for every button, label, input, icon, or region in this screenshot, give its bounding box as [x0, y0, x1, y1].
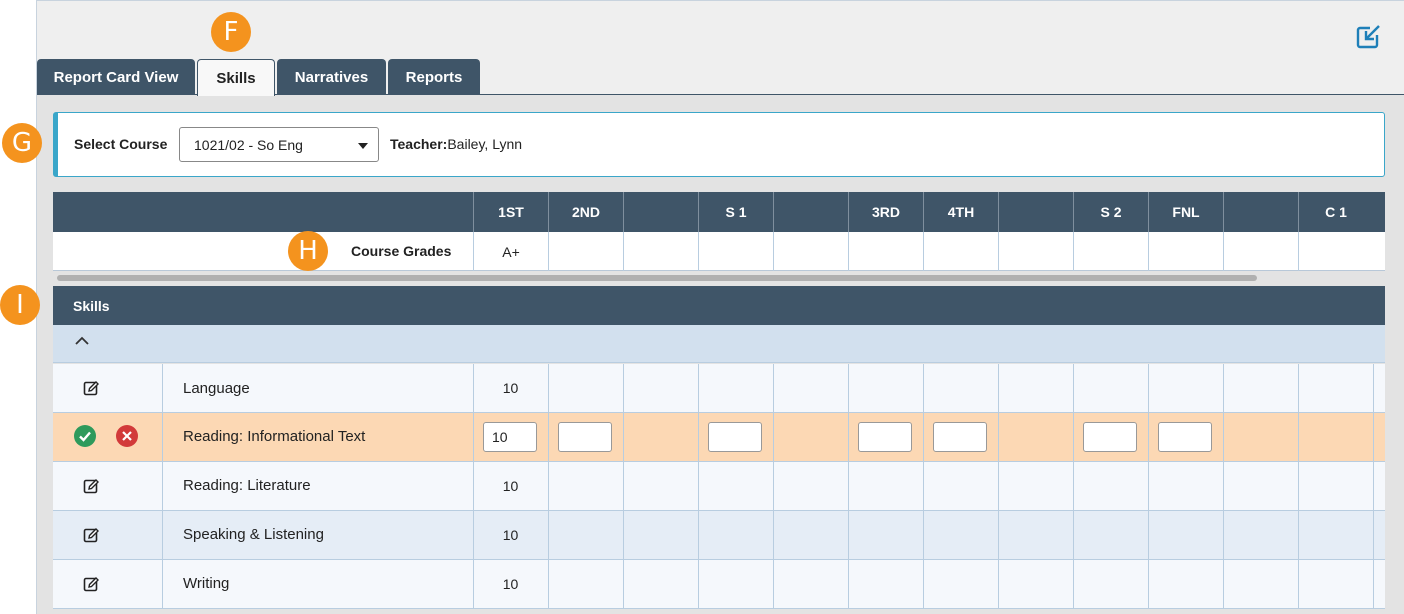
column-header: 2ND: [548, 192, 623, 232]
skill-grade-1st: 10: [502, 380, 519, 396]
column-header: S 1: [698, 192, 773, 232]
skills-collapse-row[interactable]: [53, 325, 1385, 363]
column-divider: [998, 364, 999, 608]
column-divider: [623, 364, 624, 608]
teacher-label: Teacher:: [390, 136, 448, 152]
course-grade-cell: [1298, 232, 1373, 271]
callout-h: H: [288, 231, 328, 271]
column-header: 3RD: [848, 192, 923, 232]
tab-report-card-view[interactable]: Report Card View: [37, 59, 195, 95]
skill-name: Reading: Informational Text: [183, 427, 366, 445]
grade-input-fnl[interactable]: [1158, 422, 1212, 452]
skill-name: Speaking & Listening: [183, 525, 324, 543]
skill-grade-1st: 10: [502, 576, 519, 592]
column-header: [1223, 192, 1298, 232]
column-divider: [1148, 364, 1149, 608]
course-dropdown-value: 1021/02 - So Eng: [194, 136, 303, 153]
column-header: S 2: [1073, 192, 1148, 232]
column-divider: [1223, 364, 1224, 608]
grade-input-value: 10: [492, 429, 508, 445]
skill-name: Reading: Literature: [183, 476, 311, 494]
course-grade-cell: [698, 232, 773, 271]
caret-down-icon: [358, 143, 368, 149]
grade-input-4th[interactable]: [933, 422, 987, 452]
skill-grade-1st: 10: [502, 478, 519, 494]
grade-input-2nd[interactable]: [558, 422, 612, 452]
column-divider: [1298, 364, 1299, 608]
course-grade-cell: [848, 232, 923, 271]
column-header: 4TH: [923, 192, 998, 232]
grade-input-s2[interactable]: [1083, 422, 1137, 452]
column-divider: [548, 364, 549, 608]
column-divider: [923, 364, 924, 608]
column-divider: [162, 364, 163, 608]
chevron-up-icon[interactable]: [75, 336, 89, 346]
callout-i: I: [0, 285, 40, 325]
grade-input-3rd[interactable]: [858, 422, 912, 452]
course-grade-cell: [773, 232, 848, 271]
horizontal-scrollbar[interactable]: [57, 275, 1257, 281]
tab-skills[interactable]: Skills: [197, 59, 275, 96]
course-grade-cell: A+: [473, 232, 548, 271]
edit-icon[interactable]: [83, 576, 99, 592]
column-header: FNL: [1148, 192, 1223, 232]
column-divider: [1373, 364, 1374, 608]
column-header: [773, 192, 848, 232]
column-header: [998, 192, 1073, 232]
column-header: [623, 192, 698, 232]
course-grade-cell: [923, 232, 998, 271]
grade-input-s1[interactable]: [708, 422, 762, 452]
teacher-info: Teacher:Bailey, Lynn: [390, 136, 522, 152]
select-course-label: Select Course: [74, 136, 168, 152]
edit-icon[interactable]: [83, 527, 99, 543]
skill-grade-1st: 10: [502, 527, 519, 543]
column-divider: [773, 364, 774, 608]
skill-row-writing: [53, 560, 1385, 609]
column-divider: [848, 364, 849, 608]
save-check-icon[interactable]: [74, 425, 96, 447]
course-grades-label: Course Grades: [351, 243, 452, 259]
course-grade-cell: [1223, 232, 1298, 271]
course-grade-cell: [623, 232, 698, 271]
skill-name: Writing: [183, 574, 230, 592]
course-grade-cell: [1148, 232, 1223, 271]
column-header: C 1: [1298, 192, 1373, 232]
column-header: 1ST: [473, 192, 548, 232]
skill-row-language: [53, 364, 1385, 413]
grade-input-1st[interactable]: 10: [483, 422, 537, 452]
callout-f: F: [211, 12, 251, 52]
teacher-name: Bailey, Lynn: [447, 136, 523, 152]
popout-icon[interactable]: [1356, 23, 1382, 49]
course-dropdown[interactable]: 1021/02 - So Eng: [179, 127, 379, 162]
cancel-x-icon[interactable]: [116, 425, 138, 447]
skills-section-header: Skills: [53, 286, 1385, 325]
skill-name: Language: [183, 379, 250, 397]
course-grade-cell: [1073, 232, 1148, 271]
course-grade-cell: [548, 232, 623, 271]
tab-narratives[interactable]: Narratives: [277, 59, 386, 95]
callout-g: G: [2, 123, 42, 163]
edit-icon[interactable]: [83, 478, 99, 494]
column-divider: [1073, 364, 1074, 608]
course-grade-cell: [998, 232, 1073, 271]
tab-reports[interactable]: Reports: [388, 59, 480, 95]
column-divider: [698, 364, 699, 608]
edit-icon[interactable]: [83, 380, 99, 396]
